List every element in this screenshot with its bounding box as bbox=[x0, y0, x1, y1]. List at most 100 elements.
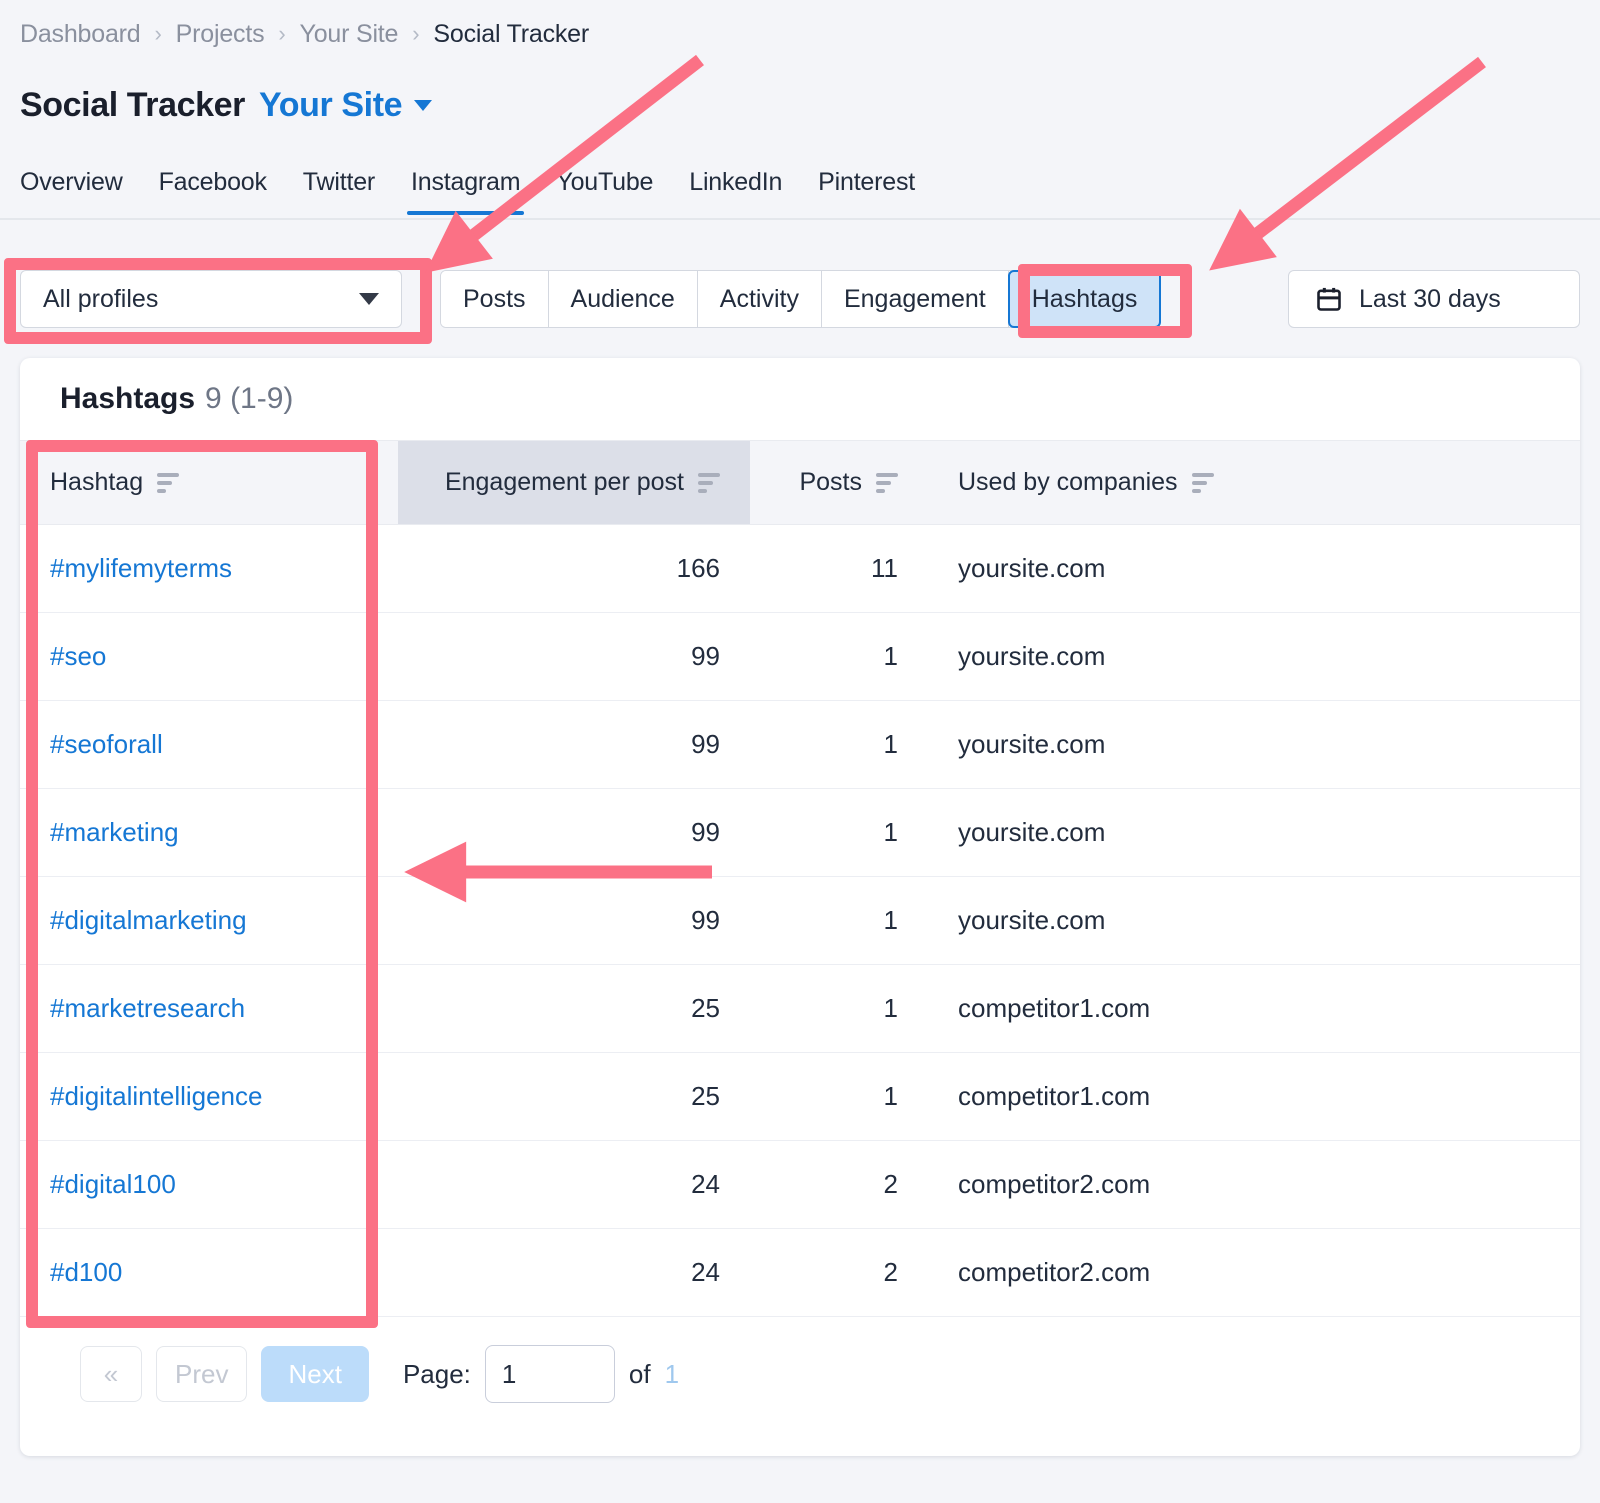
page-title: Social Tracker bbox=[20, 86, 245, 124]
table-row: #seoforall 99 1 yoursite.com bbox=[20, 700, 1580, 789]
next-page-button[interactable]: Next bbox=[261, 1346, 369, 1402]
segment-activity[interactable]: Activity bbox=[697, 271, 822, 327]
cell-hashtag: #digitalmarketing bbox=[20, 876, 398, 965]
cell-engagement: 24 bbox=[398, 1228, 750, 1317]
hashtag-link[interactable]: #digitalintelligence bbox=[50, 1081, 262, 1111]
breadcrumb-separator-icon: › bbox=[412, 20, 420, 46]
cell-hashtag: #d100 bbox=[20, 1228, 398, 1317]
table-row: #seo 99 1 yoursite.com bbox=[20, 612, 1580, 701]
cell-posts: 2 bbox=[750, 1228, 928, 1317]
pagination: « Prev Next Page: of 1 bbox=[20, 1317, 1580, 1403]
breadcrumb-item-your-site[interactable]: Your Site bbox=[300, 20, 399, 49]
page-input[interactable] bbox=[484, 1345, 615, 1403]
app-root: Dashboard › Projects › Your Site › Socia… bbox=[0, 0, 1600, 1503]
hashtag-link[interactable]: #digitalmarketing bbox=[50, 905, 247, 935]
cell-engagement: 25 bbox=[398, 1052, 750, 1141]
column-header-hashtag[interactable]: Hashtag bbox=[20, 440, 398, 525]
cell-hashtag: #digitalintelligence bbox=[20, 1052, 398, 1141]
cell-posts: 1 bbox=[750, 876, 928, 965]
breadcrumb-item-dashboard[interactable]: Dashboard bbox=[20, 20, 141, 49]
table-header-row: Hashtag Engagement per post Posts Used b… bbox=[20, 440, 1580, 525]
tab-overview[interactable]: Overview bbox=[20, 168, 141, 213]
cell-company: yoursite.com bbox=[928, 788, 1580, 877]
sort-icon[interactable] bbox=[1191, 472, 1214, 493]
segment-hashtags[interactable]: Hashtags bbox=[1007, 270, 1162, 328]
arrow-to-instagram-tab bbox=[425, 54, 704, 273]
cell-engagement: 99 bbox=[398, 788, 750, 877]
cell-posts: 11 bbox=[750, 524, 928, 613]
page-of-label: of bbox=[628, 1358, 651, 1389]
hashtag-link[interactable]: #marketing bbox=[50, 817, 179, 847]
segment-posts[interactable]: Posts bbox=[441, 271, 549, 327]
card-title: Hashtags bbox=[60, 382, 196, 415]
cell-posts: 1 bbox=[750, 964, 928, 1053]
cell-company: yoursite.com bbox=[928, 700, 1580, 789]
page-label: Page: bbox=[402, 1358, 471, 1389]
prev-page-button[interactable]: Prev bbox=[156, 1346, 248, 1402]
column-header-engagement-per-post[interactable]: Engagement per post bbox=[398, 440, 750, 525]
project-selector-label[interactable]: Your Site bbox=[259, 86, 403, 125]
metric-segmented-control: Posts Audience Activity Engagement Hasht… bbox=[440, 270, 1162, 328]
profiles-select-value: All profiles bbox=[43, 284, 159, 313]
tab-pinterest[interactable]: Pinterest bbox=[800, 168, 933, 213]
column-header-label: Posts bbox=[799, 468, 862, 496]
page-title-row: Social Tracker Your Site bbox=[20, 86, 433, 125]
hashtag-link[interactable]: #d100 bbox=[50, 1257, 122, 1287]
cell-hashtag: #seo bbox=[20, 612, 398, 701]
sort-icon[interactable] bbox=[698, 472, 720, 493]
date-range-picker[interactable]: Last 30 days bbox=[1288, 270, 1580, 328]
cell-hashtag: #mylifemyterms bbox=[20, 524, 398, 613]
tab-instagram[interactable]: Instagram bbox=[393, 168, 538, 215]
hashtag-link[interactable]: #seo bbox=[50, 641, 106, 671]
page-total: 1 bbox=[664, 1358, 680, 1389]
cell-hashtag: #digital100 bbox=[20, 1140, 398, 1229]
tab-linkedin[interactable]: LinkedIn bbox=[671, 168, 800, 213]
hashtag-link[interactable]: #seoforall bbox=[50, 729, 163, 759]
table-body: #mylifemyterms 166 11 yoursite.com #seo … bbox=[20, 524, 1580, 1317]
breadcrumb-item-projects[interactable]: Projects bbox=[176, 20, 265, 49]
cell-hashtag: #marketing bbox=[20, 788, 398, 877]
cell-company: competitor2.com bbox=[928, 1228, 1580, 1317]
hashtag-link[interactable]: #mylifemyterms bbox=[50, 553, 232, 583]
cell-company: yoursite.com bbox=[928, 524, 1580, 613]
first-page-button[interactable]: « bbox=[80, 1346, 142, 1402]
arrow-to-hashtags-button bbox=[1209, 56, 1486, 271]
cell-engagement: 24 bbox=[398, 1140, 750, 1229]
calendar-icon bbox=[1315, 285, 1343, 313]
chevron-down-icon bbox=[359, 293, 379, 305]
cell-engagement: 99 bbox=[398, 876, 750, 965]
cell-posts: 2 bbox=[750, 1140, 928, 1229]
sort-icon[interactable] bbox=[157, 472, 180, 493]
tab-twitter[interactable]: Twitter bbox=[285, 168, 393, 213]
column-header-label: Hashtag bbox=[50, 468, 144, 496]
breadcrumb-separator-icon: › bbox=[278, 20, 286, 46]
hashtag-link[interactable]: #digital100 bbox=[50, 1169, 176, 1199]
cell-posts: 1 bbox=[750, 788, 928, 877]
chevron-down-icon[interactable] bbox=[414, 100, 433, 111]
segment-audience[interactable]: Audience bbox=[548, 271, 698, 327]
table-row: #mylifemyterms 166 11 yoursite.com bbox=[20, 524, 1580, 613]
tab-facebook[interactable]: Facebook bbox=[141, 168, 285, 213]
cell-posts: 1 bbox=[750, 1052, 928, 1141]
table-row: #digital100 24 2 competitor2.com bbox=[20, 1140, 1580, 1229]
column-header-used-by-companies[interactable]: Used by companies bbox=[928, 440, 1580, 525]
cell-hashtag: #seoforall bbox=[20, 700, 398, 789]
cell-hashtag: #marketresearch bbox=[20, 964, 398, 1053]
column-header-posts[interactable]: Posts bbox=[750, 440, 928, 525]
hashtags-card: Hashtags 9 (1-9) Hashtag Engagement per … bbox=[20, 358, 1580, 1456]
profiles-select[interactable]: All profiles bbox=[20, 270, 402, 328]
column-header-label: Used by companies bbox=[958, 468, 1178, 496]
hashtag-link[interactable]: #marketresearch bbox=[50, 993, 245, 1023]
breadcrumb-item-social-tracker[interactable]: Social Tracker bbox=[433, 20, 589, 49]
cell-engagement: 166 bbox=[398, 524, 750, 613]
cell-company: yoursite.com bbox=[928, 612, 1580, 701]
table-row: #d100 24 2 competitor2.com bbox=[20, 1228, 1580, 1317]
cell-engagement: 99 bbox=[398, 612, 750, 701]
sort-icon[interactable] bbox=[876, 472, 898, 493]
breadcrumb-separator-icon: › bbox=[154, 20, 162, 46]
segment-engagement[interactable]: Engagement bbox=[821, 271, 1009, 327]
card-result-count: 9 (1-9) bbox=[205, 382, 294, 415]
breadcrumb: Dashboard › Projects › Your Site › Socia… bbox=[20, 20, 589, 49]
table-row: #marketing 99 1 yoursite.com bbox=[20, 788, 1580, 877]
tab-youtube[interactable]: YouTube bbox=[538, 168, 671, 213]
